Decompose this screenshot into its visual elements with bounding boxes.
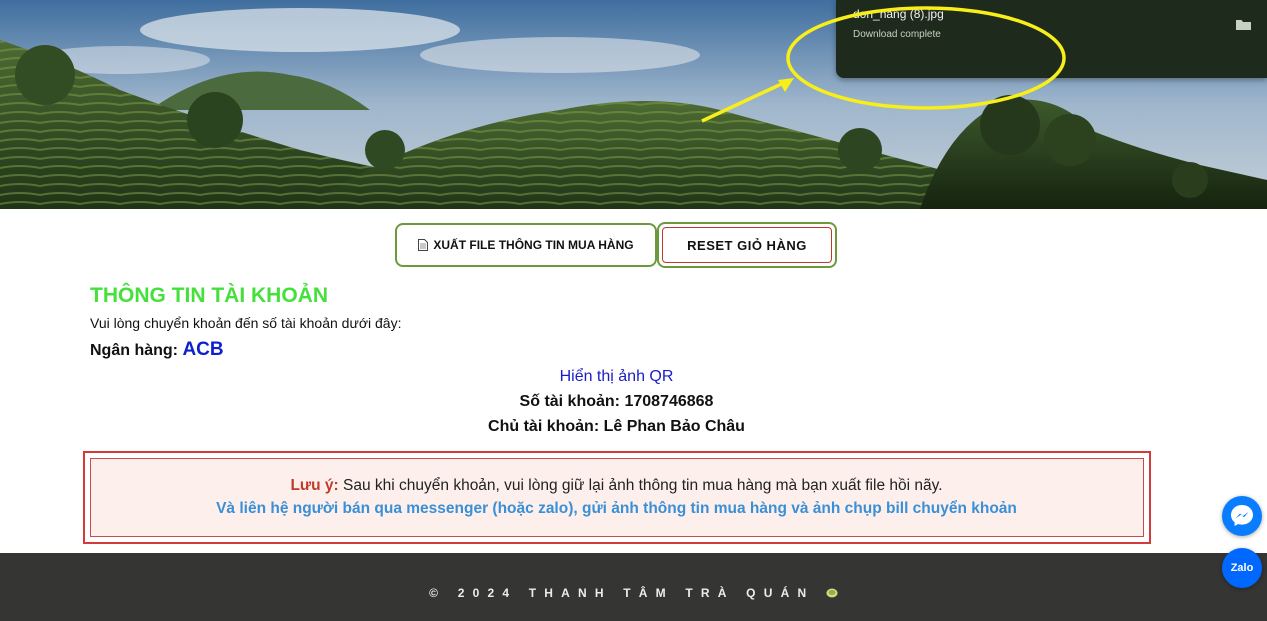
folder-icon[interactable]	[1236, 19, 1251, 31]
hero-banner: don_hang (8).jpg Download complete	[0, 0, 1267, 209]
account-owner: Chủ tài khoản: Lê Phan Bảo Châu	[488, 418, 745, 435]
account-number: Số tài khoản: 1708746868	[519, 393, 714, 410]
copyright-text: © 2024 THANH TÂM TRÀ QUÁN	[429, 586, 815, 600]
note-label: Lưu ý:	[290, 477, 339, 494]
footer-copyright: © 2024 THANH TÂM TRÀ QUÁN	[0, 586, 1267, 600]
note-contact-text: Và liên hệ người bán qua messenger (hoặc…	[216, 500, 1017, 517]
zalo-label: Zalo	[1230, 562, 1254, 574]
tea-cup-icon	[826, 588, 838, 598]
bank-line: Ngân hàng: ACB	[90, 339, 224, 361]
export-order-file-button[interactable]: XUẤT FILE THÔNG TIN MUA HÀNG	[395, 223, 657, 267]
reset-cart-button[interactable]: RESET GIỎ HÀNG	[662, 227, 832, 263]
bank-name: ACB	[182, 339, 224, 360]
bank-label: Ngân hàng:	[90, 342, 178, 359]
export-button-label: XUẤT FILE THÔNG TIN MUA HÀNG	[433, 238, 634, 252]
zalo-chat-button[interactable]: Zalo	[1222, 548, 1262, 588]
transfer-instruction: Vui lòng chuyển khoản đến số tài khoản d…	[90, 315, 402, 331]
download-filename[interactable]: don_hang (8).jpg	[853, 7, 944, 21]
download-toast[interactable]: don_hang (8).jpg Download complete	[836, 0, 1267, 78]
show-qr-link[interactable]: Hiển thị ảnh QR	[0, 368, 1233, 386]
note-box	[90, 458, 1144, 537]
messenger-icon	[1231, 505, 1253, 526]
download-status: Download complete	[853, 29, 941, 40]
messenger-chat-button[interactable]	[1222, 496, 1262, 536]
note-text: Lưu ý: Sau khi chuyển khoản, vui lòng gi…	[0, 477, 1233, 495]
account-info-title: THÔNG TIN TÀI KHOẢN	[90, 284, 328, 307]
document-icon	[418, 239, 429, 251]
reset-button-label: RESET GIỎ HÀNG	[687, 237, 807, 253]
note-body: Sau khi chuyển khoản, vui lòng giữ lại ả…	[338, 477, 943, 494]
